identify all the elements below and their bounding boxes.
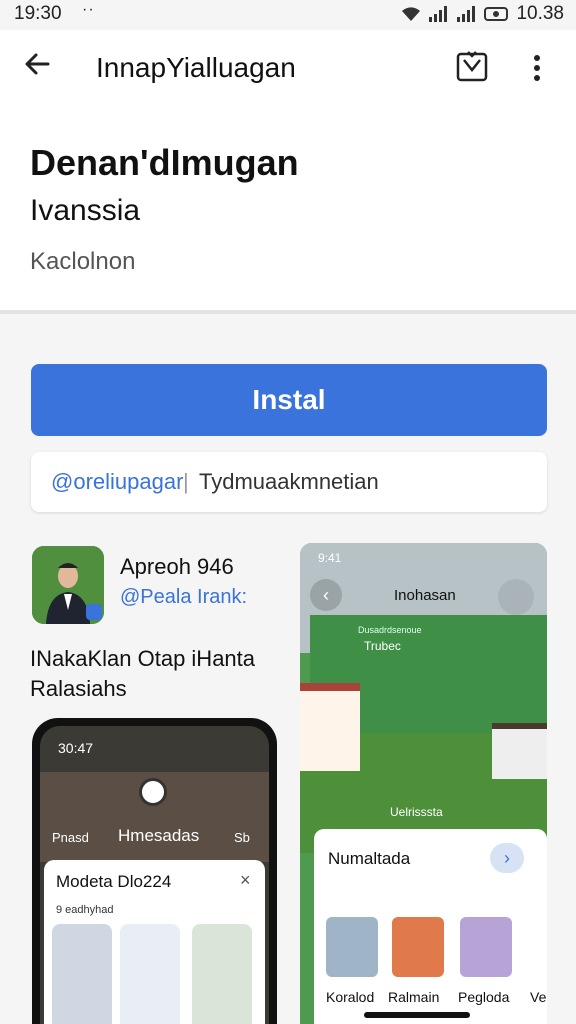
signal-icon <box>429 6 448 22</box>
bookmark-shield-icon <box>456 51 488 82</box>
map-pin-icon <box>139 778 167 806</box>
screenshot-road-label: Uelrisssta <box>390 805 443 819</box>
thumb-label-1: Koralod <box>326 989 375 1005</box>
map-pin-icon <box>498 579 534 615</box>
tag-primary[interactable]: @oreliupagar <box>51 452 183 512</box>
green-panel-item: Trubec <box>364 639 401 653</box>
house-illustration-2 <box>492 723 547 779</box>
thumb-3 <box>460 917 512 977</box>
battery-icon <box>484 7 509 21</box>
green-panel-label: Dusadrdsenoue <box>358 625 422 635</box>
phone-label-left: Pnasd <box>52 830 89 845</box>
thumb-label-3: Pegloda <box>458 989 510 1005</box>
tag-secondary[interactable]: Tydmuaakmnetian <box>199 452 379 512</box>
more-vert-icon <box>534 55 540 81</box>
phone-label-mid: Hmesadas <box>118 826 200 845</box>
thumb-1 <box>326 917 378 977</box>
phone-sheet-title: Modeta Dlo224 <box>56 872 172 891</box>
developer-description: INakaKlan Otap iHanta Ralasiahs <box>30 646 256 701</box>
back-button[interactable] <box>22 48 62 88</box>
status-time: 19:30 <box>14 3 62 24</box>
phone-card-1 <box>52 924 112 1024</box>
chevron-right-icon: › <box>490 843 524 873</box>
tags-row: @oreliupagar | Tydmuaakmnetian <box>31 452 547 512</box>
divider <box>0 310 576 314</box>
screenshot-sheet-title: Numaltada <box>328 849 411 868</box>
thumb-label-2: Ralmain <box>388 989 440 1005</box>
screenshot-bottom-sheet: Numaltada › Koralod Ralmain Pegloda Ve <box>314 829 547 1024</box>
screenshot-title: Inohasan <box>394 587 456 604</box>
bookmark-button[interactable] <box>454 48 490 84</box>
install-button[interactable]: Instal <box>31 364 547 436</box>
chevron-left-icon: ‹ <box>310 579 342 611</box>
tag-separator: | <box>183 469 189 494</box>
arrow-left-icon <box>25 53 50 75</box>
screenshot-right[interactable]: 9:41 ‹ Inohasan Dusadrdsenoue Trubec Uel… <box>300 543 547 1024</box>
phone-screen: 30:47 Pnasd Hmesadas Sb Modeta Dlo224 × … <box>40 726 269 1024</box>
phone-label-right: Sb <box>234 830 250 845</box>
status-icons: 10.38 <box>400 3 564 25</box>
thumb-label-more: Ve <box>530 989 547 1005</box>
phone-sheet-subtitle: 9 eadhyhad <box>56 904 114 916</box>
status-bar: 19:30 ·· 10.38 <box>0 0 576 30</box>
phone-card-3 <box>192 924 252 1024</box>
person-photo-icon <box>32 546 104 624</box>
thumb-2 <box>392 917 444 977</box>
status-dots: ·· <box>82 1 95 18</box>
house-illustration <box>300 683 360 771</box>
status-battery-text: 10.38 <box>516 3 564 24</box>
screenshot-time: 9:41 <box>318 551 342 565</box>
phone-bottom-sheet: Modeta Dlo224 × 9 eadhyhad <box>44 860 265 1024</box>
top-app-bar: InnapYialluagan <box>0 30 576 110</box>
developer-handle[interactable]: @Peala Irank: <box>120 586 247 609</box>
screenshot-phone-left[interactable]: 30:47 Pnasd Hmesadas Sb Modeta Dlo224 × … <box>32 718 277 1024</box>
wifi-icon <box>402 7 421 22</box>
avatar[interactable] <box>32 546 104 624</box>
phone-card-2 <box>120 924 180 1024</box>
close-icon: × <box>240 870 251 890</box>
signal-icon-2 <box>457 6 476 22</box>
app-title: Denan'dImugan <box>30 142 299 183</box>
phone-time: 30:47 <box>58 740 94 756</box>
app-subtitle: Ivanssia <box>30 194 141 227</box>
toolbar-title: InnapYialluagan <box>96 52 296 83</box>
developer-name: Apreoh 946 <box>120 554 234 579</box>
app-header: Denan'dImugan Ivanssia Kaclolnon <box>0 110 576 312</box>
app-developer[interactable]: Kaclolnon <box>30 248 135 276</box>
home-indicator <box>364 1012 470 1018</box>
more-options-button[interactable] <box>522 48 552 88</box>
